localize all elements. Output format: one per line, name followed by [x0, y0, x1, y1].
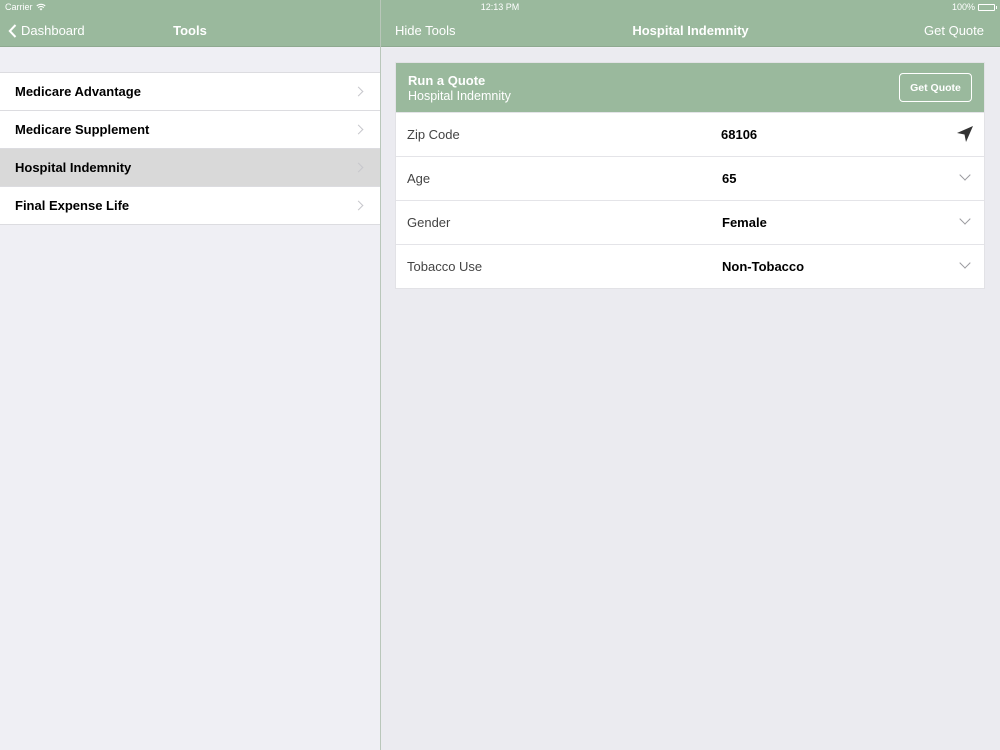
get-quote-nav-button[interactable]: Get Quote [924, 23, 984, 38]
chevron-down-icon[interactable] [959, 213, 971, 225]
chevron-right-icon [353, 162, 364, 173]
status-battery: 100% [951, 2, 997, 12]
gender-value[interactable]: Female [722, 215, 767, 230]
page-title: Hospital Indemnity [632, 23, 749, 38]
location-arrow-icon[interactable] [956, 125, 974, 143]
tool-item-label: Medicare Advantage [15, 84, 141, 99]
chevron-right-icon [353, 200, 364, 211]
gender-field[interactable]: Gender Female [396, 200, 984, 244]
chevron-down-icon[interactable] [959, 257, 971, 269]
tobacco-use-field[interactable]: Tobacco Use Non-Tobacco [396, 244, 984, 288]
navigation-bar: Carrier 12:13 PM 100% Dashboard Tools Hi… [0, 0, 1000, 47]
quote-form-subtitle: Hospital Indemnity [408, 89, 511, 103]
quote-detail-pane: Run a Quote Hospital Indemnity Get Quote… [381, 48, 1000, 750]
tool-item-label: Hospital Indemnity [15, 160, 132, 175]
status-time: 12:13 PM [480, 2, 520, 12]
get-quote-button[interactable]: Get Quote [899, 73, 972, 102]
tool-item-final-expense-life[interactable]: Final Expense Life [0, 187, 380, 225]
tool-item-medicare-supplement[interactable]: Medicare Supplement [0, 111, 380, 149]
tobacco-use-value[interactable]: Non-Tobacco [722, 259, 804, 274]
chevron-right-icon [353, 124, 364, 135]
battery-label: 100% [951, 2, 975, 12]
age-field[interactable]: Age 65 [396, 156, 984, 200]
battery-icon [978, 3, 997, 11]
tool-item-label: Final Expense Life [15, 198, 130, 213]
chevron-down-icon[interactable] [959, 169, 971, 181]
gender-label: Gender [407, 215, 451, 230]
zip-code-field[interactable]: Zip Code 68106 [396, 112, 984, 156]
tools-sidebar: Medicare Advantage Medicare Supplement H… [0, 48, 380, 750]
tobacco-use-label: Tobacco Use [407, 259, 483, 274]
zip-code-value[interactable]: 68106 [721, 127, 757, 142]
chevron-right-icon [353, 86, 364, 97]
quote-form-card: Run a Quote Hospital Indemnity Get Quote… [395, 62, 985, 289]
tool-item-label: Medicare Supplement [15, 122, 150, 137]
tool-item-medicare-advantage[interactable]: Medicare Advantage [0, 73, 380, 111]
zip-code-label: Zip Code [407, 127, 460, 142]
quote-form-header: Run a Quote Hospital Indemnity Get Quote [396, 63, 984, 112]
age-value[interactable]: 65 [722, 171, 736, 186]
tool-item-hospital-indemnity[interactable]: Hospital Indemnity [0, 149, 380, 187]
age-label: Age [407, 171, 431, 186]
tools-list: Medicare Advantage Medicare Supplement H… [0, 72, 380, 225]
tools-title: Tools [173, 23, 207, 38]
quote-form-title: Run a Quote [408, 73, 486, 88]
